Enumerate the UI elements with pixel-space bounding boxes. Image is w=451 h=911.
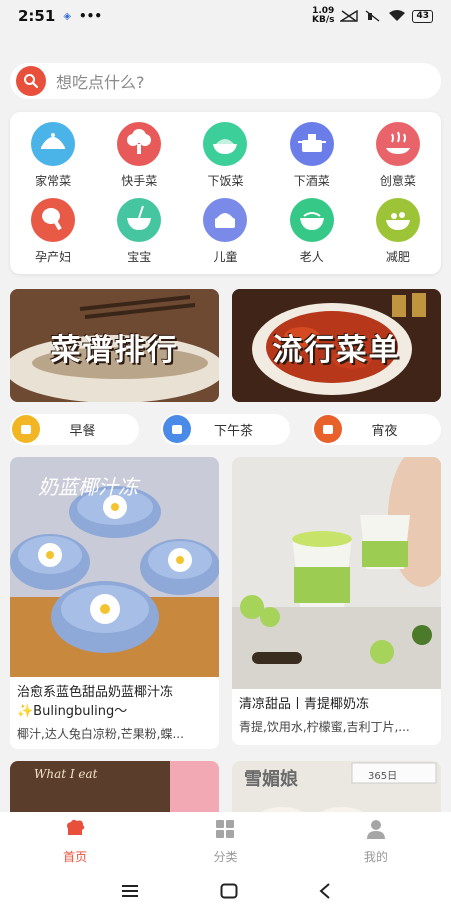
recipe-image	[232, 457, 441, 689]
category-label: 减肥	[385, 250, 410, 264]
category-item[interactable]: 快手菜	[96, 122, 182, 198]
recipe-image-overlay: What I eat	[34, 767, 98, 781]
search-bar[interactable]: 想吃点什么?	[10, 63, 441, 99]
user-icon	[364, 817, 388, 844]
status-time: 2:51	[18, 7, 56, 25]
category-item[interactable]: 家常菜	[10, 122, 96, 198]
breakfast-icon	[12, 415, 40, 443]
no-sim-icon	[340, 10, 359, 22]
mute-icon	[366, 10, 380, 22]
tea-icon	[163, 415, 191, 443]
category-label: 快手菜	[121, 174, 158, 188]
search-input[interactable]: 想吃点什么?	[56, 69, 145, 93]
recipe-card[interactable]: 清凉甜品丨青提椰奶冻 青提,饮用水,柠檬蜜,吉利丁片,...	[232, 457, 441, 745]
meal-chip[interactable]: 宵夜	[312, 414, 441, 445]
cloche-icon	[31, 122, 76, 166]
steaming-dish-icon	[375, 122, 420, 166]
broccoli-icon	[117, 122, 162, 166]
recipe-ranking-banner[interactable]: 菜谱排行	[10, 289, 219, 402]
rice-bowl-icon	[203, 122, 248, 166]
tab-label: 首页	[63, 850, 88, 864]
bowl-icon	[289, 198, 334, 242]
recipe-image-overlay: 奶蓝椰汁冻	[38, 475, 138, 499]
back-icon[interactable]	[318, 882, 331, 899]
notification-icon: ◈	[63, 10, 72, 22]
category-item[interactable]: 孕产妇	[10, 198, 96, 274]
tab-profile[interactable]: 我的	[301, 812, 451, 870]
home-icon[interactable]	[220, 883, 238, 899]
grid-icon	[213, 817, 237, 844]
category-label: 下酒菜	[293, 174, 330, 188]
banner-label: 流行菜单	[272, 333, 401, 368]
tab-category[interactable]: 分类	[150, 812, 300, 870]
recipe-title: 治愈系蓝色甜品奶蓝椰汁冻✨Bulingbuling～	[17, 685, 174, 719]
category-item[interactable]: 儿童	[182, 198, 268, 274]
category-label: 家常菜	[35, 174, 72, 188]
popular-menu-banner[interactable]: 流行菜单	[232, 289, 441, 402]
menu-icon[interactable]	[121, 884, 139, 898]
banner-label: 菜谱排行	[50, 333, 179, 368]
meal-chip-row: 早餐 下午茶 宵夜	[10, 414, 441, 445]
meal-chip[interactable]: 早餐	[10, 414, 139, 445]
recipe-card[interactable]: 奶蓝椰汁冻 治愈系蓝色甜品奶蓝椰汁冻✨Bulingbuling～ 椰汁,达人兔白…	[10, 457, 219, 749]
category-label: 孕产妇	[35, 250, 72, 264]
search-icon[interactable]	[16, 66, 46, 96]
battery-indicator: 43	[412, 9, 433, 23]
tab-label: 分类	[213, 850, 238, 864]
tab-home[interactable]: 首页	[0, 812, 150, 870]
bottom-tab-bar: 首页 分类 我的	[0, 812, 451, 870]
category-item[interactable]: 创意菜	[355, 122, 441, 198]
network-speed: 1.09 KB/s	[312, 7, 334, 25]
category-panel: 家常菜 快手菜 下饭菜 下酒菜 创意菜孕产妇 宝宝 儿童 老人 减肥	[10, 112, 441, 274]
chicken-leg-icon	[31, 198, 76, 242]
category-label: 老人	[299, 250, 324, 264]
category-item[interactable]: 宝宝	[96, 198, 182, 274]
recipe-image-overlay: 雪媚娘	[244, 769, 298, 790]
wifi-icon	[389, 10, 406, 21]
pot-icon	[289, 122, 334, 166]
recipe-ingredients: 青提,饮用水,柠檬蜜,吉利丁片,...	[239, 720, 410, 734]
status-bar: 2:51 ◈ ••• 1.09 KB/s 43	[0, 0, 451, 32]
network-speed-unit: KB/s	[311, 15, 335, 25]
category-label: 创意菜	[379, 174, 416, 188]
banner-row: 菜谱排行 流行菜单	[10, 289, 441, 402]
recipe-title: 清凉甜品丨青提椰奶冻	[239, 697, 370, 712]
salad-bowl-icon	[375, 198, 420, 242]
category-item[interactable]: 下酒菜	[269, 122, 355, 198]
chef-hat-icon	[63, 817, 87, 844]
baby-bowl-icon	[117, 198, 162, 242]
more-notifications-icon: •••	[79, 9, 103, 23]
category-label: 宝宝	[127, 250, 152, 264]
recipe-image-tag: 365日	[368, 771, 398, 782]
category-label: 下饭菜	[207, 174, 244, 188]
category-label: 儿童	[213, 250, 238, 264]
category-grid: 家常菜 快手菜 下饭菜 下酒菜 创意菜孕产妇 宝宝 儿童 老人 减肥	[10, 112, 441, 274]
recipe-ingredients: 椰汁,达人兔白凉粉,芒果粉,蝶...	[17, 727, 184, 741]
recipe-image: 奶蓝椰汁冻	[10, 457, 219, 677]
meal-chip[interactable]: 下午茶	[161, 414, 290, 445]
category-item[interactable]: 下饭菜	[182, 122, 268, 198]
cake-icon	[203, 198, 248, 242]
tab-label: 我的	[363, 850, 388, 864]
category-item[interactable]: 减肥	[355, 198, 441, 274]
night-snack-icon	[314, 415, 342, 443]
system-nav-bar	[0, 870, 451, 911]
category-item[interactable]: 老人	[269, 198, 355, 274]
